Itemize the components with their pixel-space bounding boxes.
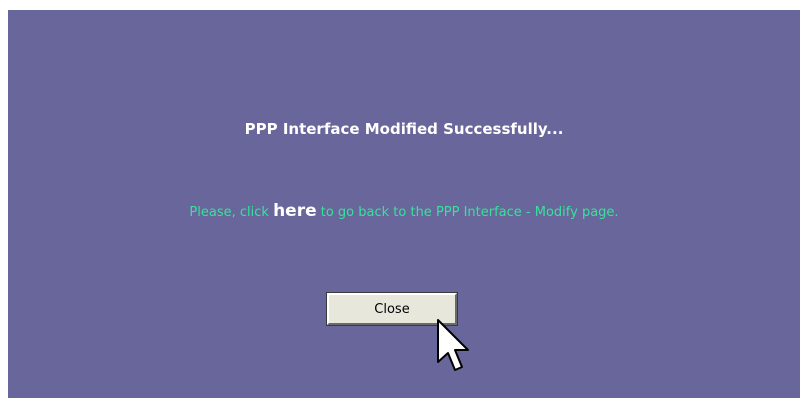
mouse-pointer-icon xyxy=(437,319,469,371)
here-link[interactable]: here xyxy=(273,201,317,221)
back-message: Please, click here to go back to the PPP… xyxy=(8,201,800,221)
dialog-panel: PPP Interface Modified Successfully... P… xyxy=(8,10,800,398)
message-suffix: to go back to the PPP Interface - Modify… xyxy=(316,205,619,220)
message-prefix: Please, click xyxy=(189,205,274,220)
success-title: PPP Interface Modified Successfully... xyxy=(244,120,564,138)
